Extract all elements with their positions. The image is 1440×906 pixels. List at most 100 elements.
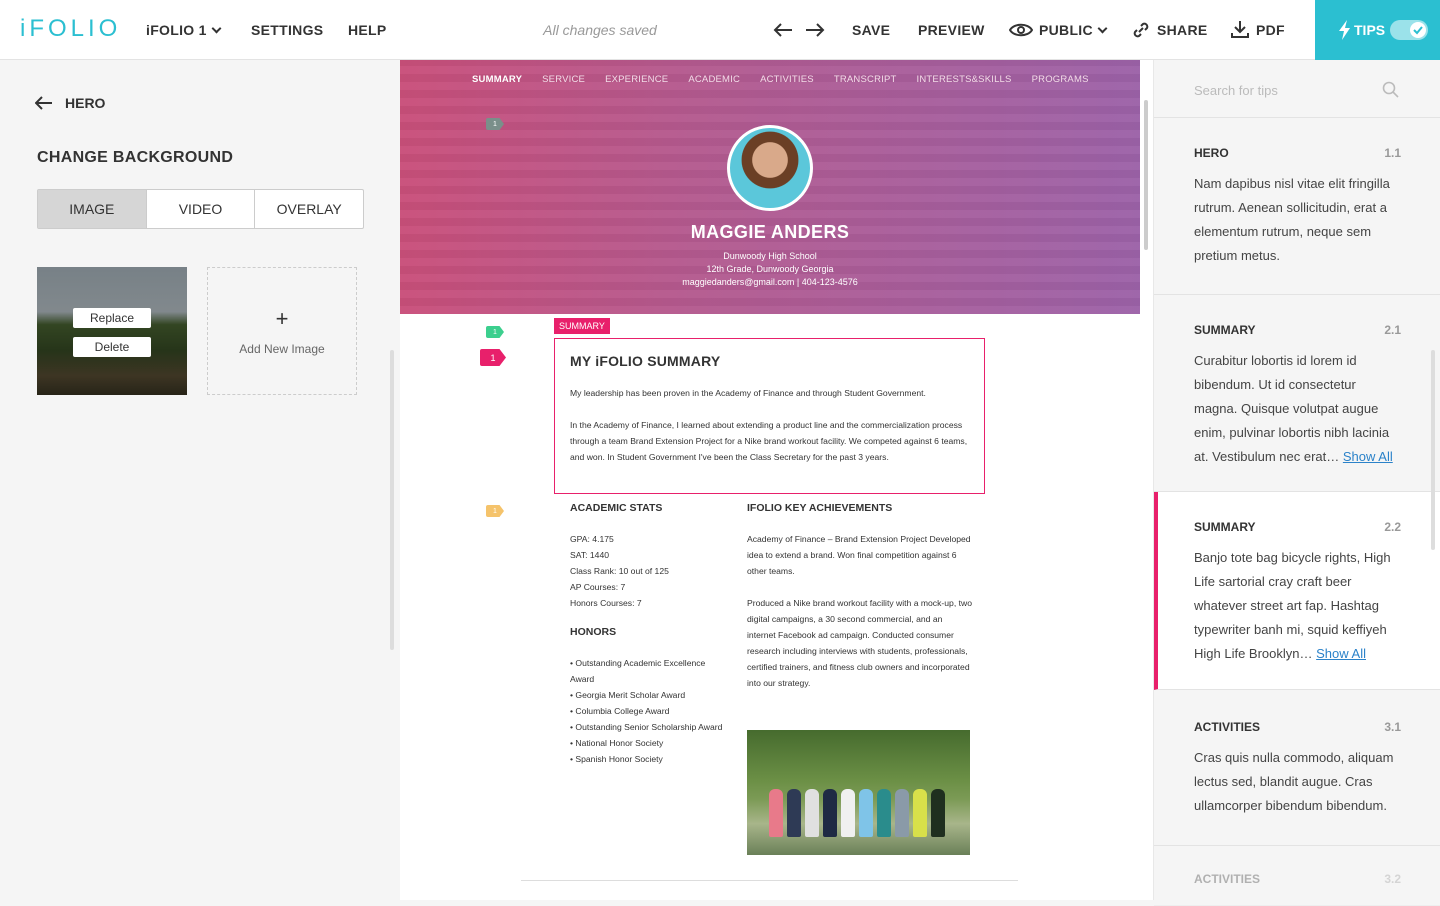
replace-button[interactable]: Replace [73,308,151,328]
hero-section[interactable]: SUMMARY SERVICE EXPERIENCE ACADEMIC ACTI… [400,60,1140,314]
help-menu[interactable]: HELP [348,22,387,38]
honor-item: • Spanish Honor Society [570,754,663,764]
nav-experience[interactable]: EXPERIENCE [605,74,668,85]
nav-programs[interactable]: PROGRAMS [1032,74,1089,85]
panel-scrollbar[interactable] [390,350,394,650]
stat-ap-courses: AP Courses: 7 [570,582,626,592]
tab-overlay[interactable]: OVERLAY [255,190,363,228]
chevron-down-icon [1097,23,1108,34]
tip-card[interactable]: SUMMARY 2.1 Curabitur lobortis id lorem i… [1154,295,1440,492]
section-divider [521,880,1018,881]
folio-preview: SUMMARY SERVICE EXPERIENCE ACADEMIC ACTI… [400,60,1153,900]
summary-paragraph-2: In the Academy of Finance, I learned abo… [570,420,968,462]
tip-number: 3.1 [1384,720,1401,734]
visibility-dropdown[interactable]: PUBLIC [1039,22,1108,38]
tips-search[interactable]: Search for tips [1154,60,1440,118]
profile-name: MAGGIE ANDERS [690,222,850,242]
settings-menu[interactable]: SETTINGS [251,22,323,38]
save-status: All changes saved [543,22,657,38]
summary-section-tag: SUMMARY [554,318,610,334]
tip-pin-green[interactable]: 1 [486,326,504,338]
stat-gpa: GPA: 4.175 [570,534,614,544]
profile-contact: maggiedanders@gmail.com | 404-123-4576 [682,277,858,287]
nav-interests-skills[interactable]: INTERESTS&SKILLS [917,74,1012,85]
nav-activities[interactable]: ACTIVITIES [760,74,814,85]
tips-toggle[interactable] [1390,20,1428,40]
achievement-paragraph-2: Produced a Nike brand workout facility w… [747,598,972,688]
tip-pin-active[interactable]: 1 [480,349,506,366]
nav-service[interactable]: SERVICE [542,74,585,85]
folio-menu[interactable]: iFOLIO 1 [146,22,222,38]
tip-card[interactable]: ACTIVITIES 3.1 Cras quis nulla commodo, a… [1154,690,1440,846]
tip-number: 3.2 [1384,872,1401,886]
tip-pin-yellow[interactable]: 1 [486,505,504,517]
ifolio-logo[interactable]: iFOLIO [20,15,121,43]
show-all-link[interactable]: Show All [1316,646,1366,661]
tip-number: 2.2 [1384,520,1401,534]
academic-stats-column: ACADEMIC STATS GPA: 4.175 SAT: 1440 Clas… [570,502,730,767]
tips-toggle-area[interactable]: TIPS [1315,0,1440,60]
tips-search-input[interactable]: Search for tips [1194,83,1278,98]
delete-button[interactable]: Delete [73,337,151,357]
tab-image[interactable]: IMAGE [38,190,147,228]
editor-panel: HERO CHANGE BACKGROUND IMAGE VIDEO OVERL… [0,60,400,900]
tip-title: ACTIVITIES [1194,872,1261,886]
tip-card[interactable]: ACTIVITIES 3.2 [1154,846,1440,906]
search-icon[interactable] [1382,81,1400,99]
lightning-icon [1339,20,1350,40]
panel-heading: CHANGE BACKGROUND [37,149,234,166]
stat-honors-courses: Honors Courses: 7 [570,598,642,608]
plus-icon: + [275,306,289,331]
pdf-button[interactable]: PDF [1256,22,1285,38]
nav-academic[interactable]: ACADEMIC [688,74,740,85]
achievements-column: IFOLIO KEY ACHIEVEMENTS Academy of Finan… [747,502,972,691]
honor-item: • National Honor Society [570,738,664,748]
profile-school: Dunwoody High School [723,251,817,261]
tip-number: 1.1 [1384,146,1401,160]
stat-sat: SAT: 1440 [570,550,610,560]
link-icon [1133,22,1149,38]
tip-body: Banjo tote bag bicycle rights, High Life… [1194,550,1391,661]
tips-scrollbar[interactable] [1431,350,1435,550]
redo-icon[interactable] [804,21,826,39]
preview-scrollbar[interactable] [1144,100,1148,250]
profile-avatar [727,125,813,211]
thumbnail-overlay [37,267,187,395]
honor-item: • Outstanding Senior Scholarship Award [570,722,723,732]
honor-item: • Georgia Merit Scholar Award [570,690,686,700]
tip-body: Cras quis nulla commodo, aliquam lectus … [1194,750,1394,813]
group-photo [747,730,970,855]
stat-class-rank: Class Rank: 10 out of 125 [570,566,669,576]
tip-body: Nam dapibus nisl vitae elit fringilla ru… [1194,176,1390,263]
back-button[interactable]: HERO [35,95,105,111]
show-all-link[interactable]: Show All [1343,449,1393,464]
achievement-paragraph-1: Academy of Finance – Brand Extension Pro… [747,534,971,576]
add-image-button[interactable]: + Add New Image [207,267,357,395]
save-button[interactable]: SAVE [852,22,890,38]
preview-button[interactable]: PREVIEW [918,22,985,38]
tip-card[interactable]: HERO 1.1 Nam dapibus nisl vitae elit frin… [1154,118,1440,295]
add-image-label: Add New Image [239,342,325,356]
visibility-label: PUBLIC [1039,22,1093,38]
summary-title: MY iFOLIO SUMMARY [570,353,721,369]
tips-label: TIPS [1354,22,1386,38]
undo-icon[interactable] [772,21,794,39]
download-icon [1231,21,1249,38]
achievements-title: IFOLIO KEY ACHIEVEMENTS [747,502,893,514]
tip-number: 2.1 [1384,323,1401,337]
honor-item: • Columbia College Award [570,706,670,716]
nav-transcript[interactable]: TRANSCRIPT [834,74,897,85]
tip-title: HERO [1194,146,1229,160]
tip-title: SUMMARY [1194,520,1256,534]
share-button[interactable]: SHARE [1157,22,1208,38]
tip-title: ACTIVITIES [1194,720,1261,734]
nav-summary[interactable]: SUMMARY [472,74,522,85]
tip-body: Curabitur lobortis id lorem id bibendum.… [1194,353,1390,464]
academic-stats-title: ACADEMIC STATS [570,502,663,514]
check-icon [1413,26,1423,35]
tips-panel: Search for tips HERO 1.1 Nam dapibus nisl… [1153,60,1440,906]
tip-title: SUMMARY [1194,323,1256,337]
tip-card-active[interactable]: SUMMARY 2.2 Banjo tote bag bicycle rights… [1154,492,1440,690]
tab-video[interactable]: VIDEO [147,190,256,228]
summary-block[interactable]: MY iFOLIO SUMMARY My leadership has been… [554,338,985,494]
